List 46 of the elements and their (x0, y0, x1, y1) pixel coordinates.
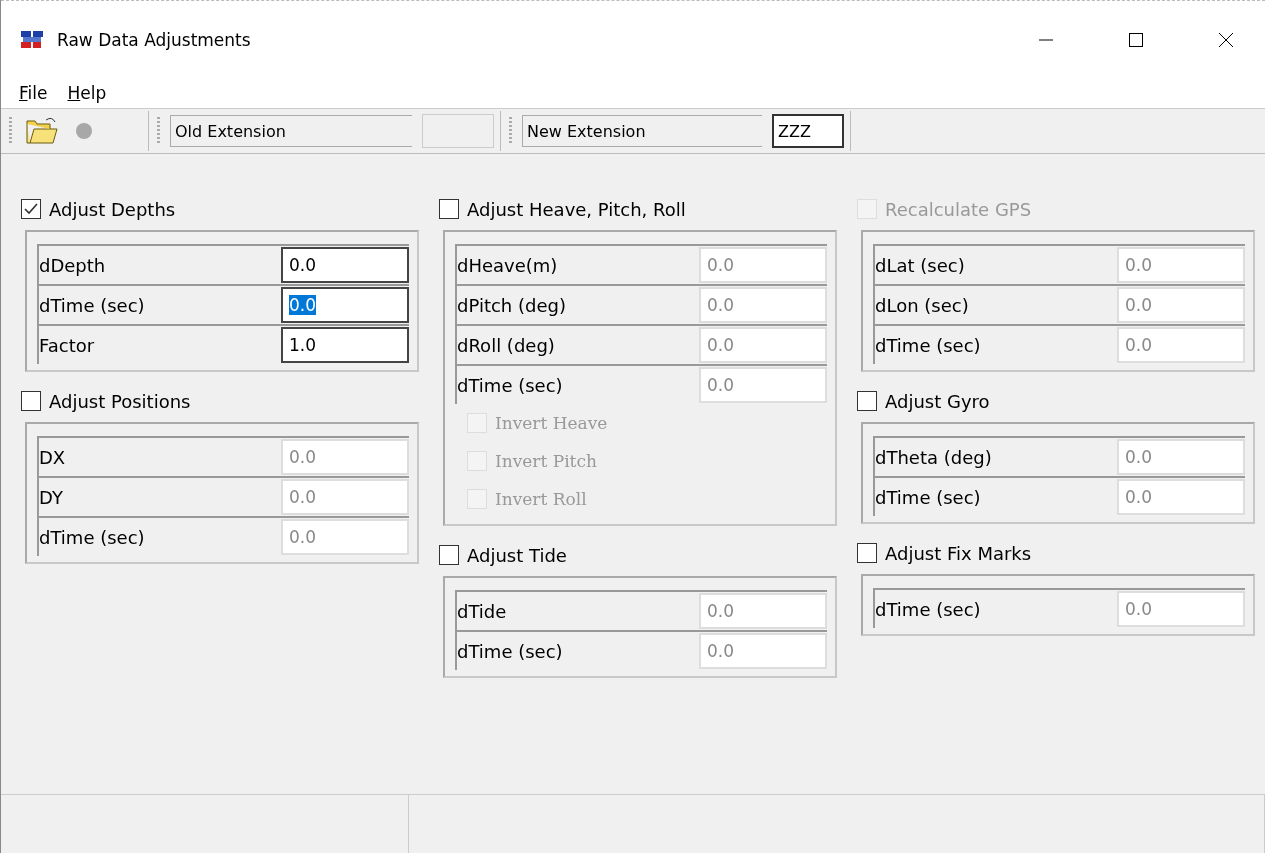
checkbox-label: Adjust Tide (467, 544, 567, 566)
checkbox[interactable] (439, 545, 459, 565)
checkbox-label: Recalculate GPS (885, 198, 1032, 220)
field-label: dLat (sec) (875, 254, 966, 276)
checkbox-label: Invert Roll (495, 489, 587, 509)
checkbox-label: Invert Heave (495, 413, 608, 433)
checkbox-label: Adjust Depths (49, 198, 176, 220)
field-label: dPitch (deg) (457, 294, 567, 316)
input-field[interactable]: 0.0 (281, 287, 409, 323)
field-label: Factor (39, 334, 96, 356)
checkbox[interactable] (21, 391, 41, 411)
field-label: DX (39, 446, 67, 468)
field-label: dLon (sec) (875, 294, 970, 316)
menu-item[interactable]: File (11, 81, 56, 105)
input-field[interactable]: 1.0 (281, 327, 409, 363)
checkbox[interactable] (21, 199, 41, 219)
field-label: dTime (sec) (39, 294, 146, 316)
field-label: dRoll (deg) (457, 334, 556, 356)
extension-label: Old Extension (170, 115, 412, 147)
checkbox-label: Invert Pitch (495, 451, 597, 471)
checkbox-label: Adjust Fix Marks (885, 542, 1032, 564)
field-label: dTime (sec) (457, 374, 564, 396)
checkbox[interactable] (857, 391, 877, 411)
input-field[interactable]: 0.0 (281, 247, 409, 283)
field-label: dTime (sec) (875, 486, 982, 508)
field-label: dTide (457, 600, 508, 622)
field-label: dTime (sec) (875, 598, 982, 620)
extension-label: New Extension (522, 115, 762, 147)
extension-field[interactable]: ZZZ (772, 114, 844, 148)
menu-item[interactable]: Help (59, 81, 115, 105)
field-label: dDepth (39, 254, 107, 276)
app-icon (19, 28, 45, 51)
field-label: dTheta (deg) (875, 446, 993, 468)
close-icon[interactable] (1217, 30, 1235, 49)
checkbox-label: Adjust Gyro (885, 390, 990, 412)
checkbox[interactable] (439, 199, 459, 219)
field-label: dHeave(m) (457, 254, 559, 276)
window-title: Raw Data Adjustments (57, 29, 252, 50)
checkbox[interactable] (857, 543, 877, 563)
field-label: dTime (sec) (875, 334, 982, 356)
field-label: DY (39, 486, 64, 508)
checkbox-label: Adjust Heave, Pitch, Roll (467, 198, 686, 220)
checkbox-label: Adjust Positions (49, 390, 191, 412)
maximize-icon[interactable] (1127, 30, 1145, 49)
field-label: dTime (sec) (39, 526, 146, 548)
field-label: dTime (sec) (457, 640, 564, 662)
